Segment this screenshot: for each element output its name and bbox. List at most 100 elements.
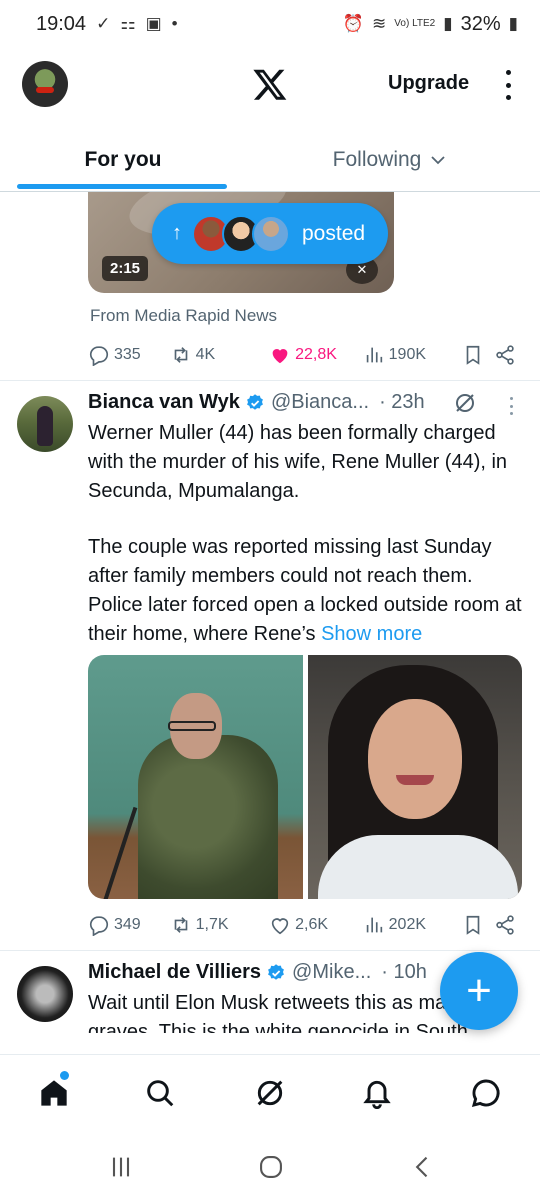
battery-level: 32%: [460, 12, 501, 35]
bookmark-button[interactable]: [462, 914, 494, 936]
divider: [0, 950, 540, 951]
nav-explore[interactable]: [140, 1073, 180, 1113]
recent-apps-button[interactable]: [106, 1152, 136, 1182]
new-posts-pill[interactable]: ↑ posted: [152, 203, 388, 264]
plus-icon: +: [466, 966, 492, 1015]
battery-icon: ▮: [508, 14, 518, 33]
video-duration: 2:15: [102, 256, 149, 281]
tweet-time: · 10h: [381, 961, 427, 983]
active-tab-indicator: [17, 184, 227, 189]
grok-icon: [257, 1080, 283, 1106]
views-icon: [366, 347, 382, 363]
tweet-paragraph: Werner Muller (44) has been formally cha…: [88, 422, 508, 502]
system-navigation: [0, 1130, 540, 1200]
repost-button[interactable]: 1,7K: [170, 914, 270, 936]
signal-icon: ▮: [443, 14, 453, 33]
reply-icon: [89, 916, 109, 936]
tab-following[interactable]: Following: [300, 130, 480, 190]
avatar[interactable]: [17, 396, 73, 452]
bottom-navigation: [0, 1054, 540, 1130]
nav-grok[interactable]: [250, 1073, 290, 1113]
download-done-icon: ✓: [96, 14, 111, 33]
bookmark-icon: [466, 345, 480, 365]
bell-icon: [363, 1080, 391, 1109]
wifi-icon: ≋: [372, 14, 387, 33]
repost-button[interactable]: 4K: [170, 344, 270, 366]
author-name[interactable]: Michael de Villiers: [88, 961, 261, 984]
new-activity-dot: [60, 1071, 69, 1080]
reply-button[interactable]: 335: [88, 344, 170, 366]
tweet-paragraph-text: The couple was reported missing last Sun…: [88, 536, 522, 645]
chevron-down-icon: [431, 156, 445, 165]
profile-avatar[interactable]: [22, 61, 68, 107]
nav-messages[interactable]: [466, 1073, 506, 1113]
bookmark-icon: [466, 915, 480, 935]
tweet-source[interactable]: From Media Rapid News: [90, 306, 277, 326]
share-icon: [496, 345, 514, 365]
like-count: 2,6K: [295, 916, 329, 933]
heart-filled-icon: [272, 349, 288, 364]
share-button[interactable]: [494, 914, 516, 936]
avatar[interactable]: [17, 966, 73, 1022]
verified-badge-icon: [247, 393, 263, 410]
alarm-icon: ⏰: [342, 14, 365, 33]
tab-for-you[interactable]: For you: [18, 130, 228, 190]
tweet-header: Bianca van Wyk @Bianca... · 23h: [88, 391, 425, 414]
repost-icon: [174, 917, 187, 933]
reply-count: 349: [114, 916, 141, 933]
divider: [0, 380, 540, 381]
nav-notifications[interactable]: [357, 1073, 397, 1113]
status-time: 19:04: [36, 12, 87, 35]
tweet-photo-man-in-court[interactable]: [88, 655, 303, 899]
upgrade-button[interactable]: Upgrade: [388, 72, 469, 95]
tweet-header: Michael de Villiers @Mike... · 10h: [88, 961, 427, 984]
repost-count: 4K: [195, 346, 216, 363]
nav-home[interactable]: [34, 1073, 74, 1113]
like-count: 22,8K: [295, 346, 337, 363]
like-button[interactable]: 22,8K: [269, 344, 363, 366]
repost-count: 1,7K: [195, 916, 229, 933]
tweet-paragraph: The couple was reported missing last Sun…: [88, 533, 528, 649]
home-system-button[interactable]: [256, 1152, 286, 1182]
posted-avatars: [192, 214, 290, 253]
view-count: 202K: [388, 916, 427, 933]
bookmark-button[interactable]: [462, 344, 494, 366]
x-logo-icon[interactable]: [252, 66, 288, 102]
tweet-time: · 23h: [379, 391, 425, 413]
search-icon: [147, 1080, 174, 1107]
more-options-icon[interactable]: [502, 70, 514, 100]
chat-bubble-icon: [471, 1079, 500, 1108]
repost-icon: [174, 347, 187, 363]
calendar-icon: ▣: [145, 14, 162, 33]
reply-button[interactable]: 349: [88, 914, 170, 936]
tweet-photos: [88, 655, 522, 899]
heart-icon: [271, 918, 289, 935]
reply-count: 335: [114, 346, 141, 363]
grok-icon[interactable]: [453, 391, 477, 415]
home-icon: [41, 1080, 67, 1106]
compose-post-button[interactable]: +: [440, 952, 518, 1030]
arrow-up-icon: ↑: [172, 222, 182, 244]
views-button[interactable]: 202K: [363, 914, 463, 936]
back-button[interactable]: [408, 1152, 438, 1182]
tweet-more-icon[interactable]: [508, 397, 514, 415]
tweet-actions: 349 1,7K 2,6K 202K: [88, 910, 516, 940]
share-icon: [496, 915, 514, 935]
tweet-actions: 335 4K 22,8K 190K: [88, 340, 516, 370]
app-header: Upgrade: [0, 50, 540, 120]
author-handle[interactable]: @Mike...: [292, 961, 371, 984]
reply-icon: [89, 346, 109, 366]
author-handle[interactable]: @Bianca...: [271, 391, 369, 414]
tab-for-you-label: For you: [84, 148, 162, 171]
tweet-photo-woman-portrait[interactable]: [307, 655, 522, 899]
verified-badge-icon: [268, 963, 284, 980]
voicemail-icon: ⚏: [120, 14, 136, 33]
show-more-link[interactable]: Show more: [321, 623, 422, 645]
share-button[interactable]: [494, 344, 516, 366]
like-button[interactable]: 2,6K: [269, 914, 363, 936]
author-name[interactable]: Bianca van Wyk: [88, 391, 240, 414]
home-circle-icon: [260, 1156, 282, 1178]
tweet-body: Werner Muller (44) has been formally cha…: [88, 419, 528, 649]
views-button[interactable]: 190K: [363, 344, 463, 366]
status-bar: 19:04 ✓ ⚏ ▣ • ⏰ ≋ Vo) LTE2 ▮ 32% ▮: [0, 0, 540, 48]
